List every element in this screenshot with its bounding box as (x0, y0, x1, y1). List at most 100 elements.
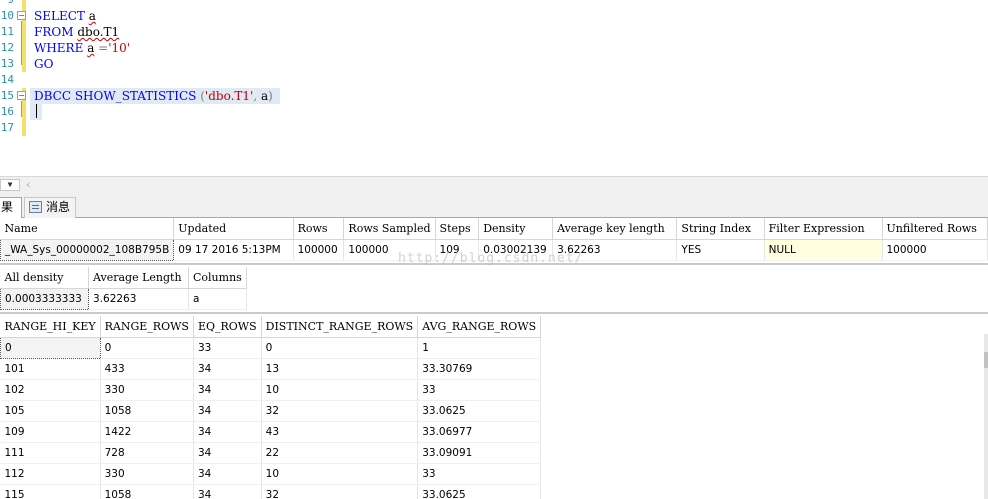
table-row[interactable]: 102 330 34 10 33 (0, 379, 542, 401)
column-header[interactable]: EQ_ROWS (193, 316, 262, 338)
column-header[interactable]: Updated (173, 218, 294, 240)
table-cell[interactable]: 34 (193, 484, 262, 499)
table-cell[interactable]: 22 (261, 442, 419, 464)
table-cell[interactable]: 43 (261, 421, 419, 443)
table-cell[interactable]: 115 (0, 484, 101, 499)
table-cell[interactable]: 34 (193, 421, 262, 443)
table-cell[interactable]: 33 (417, 463, 542, 485)
results-tabstrip: 果 消息 (0, 192, 988, 219)
table-cell[interactable]: 109 (0, 421, 101, 443)
table-cell[interactable]: 330 (100, 379, 194, 401)
histogram-table: RANGE_HI_KEY RANGE_ROWS EQ_ROWS DISTINCT… (0, 316, 542, 499)
table-row[interactable]: 0 0 33 0 1 (0, 336, 542, 359)
scrollbar-thumb[interactable] (984, 352, 988, 368)
table-row[interactable]: 112 330 34 10 33 (0, 463, 542, 485)
table-cell[interactable]: 34 (193, 379, 262, 401)
outline-line (21, 21, 22, 65)
table-cell[interactable]: 111 (0, 442, 101, 464)
table-cell[interactable]: 13 (261, 358, 419, 380)
table-header-row: Name Updated Rows Rows Sampled Steps Den… (0, 218, 988, 240)
table-cell[interactable]: 09 17 2016 5:13PM (173, 239, 294, 261)
column-header[interactable]: Density (478, 218, 554, 240)
table-cell[interactable]: NULL (764, 239, 883, 261)
table-cell[interactable]: 0 (0, 336, 101, 359)
table-cell[interactable]: 102 (0, 379, 101, 401)
table-cell[interactable]: 33.30769 (417, 358, 542, 380)
line-number: 9 (0, 0, 14, 8)
table-cell[interactable]: 109 (435, 239, 480, 261)
column-header[interactable]: Name (0, 218, 175, 240)
table-cell[interactable]: 34 (193, 442, 262, 464)
table-cell[interactable]: 10 (261, 463, 419, 485)
line-number: 14 (0, 73, 14, 86)
sql-editor[interactable]: 9 10 11 12 13 14 15 16 17 − − SELECT a F… (0, 0, 988, 176)
column-header[interactable]: DISTINCT_RANGE_ROWS (261, 316, 419, 338)
vertical-scrollbar[interactable] (984, 334, 988, 499)
table-cell[interactable]: 101 (0, 358, 101, 380)
table-cell[interactable]: 0 (261, 337, 419, 359)
table-cell[interactable]: 1422 (100, 421, 194, 443)
table-row[interactable]: 101 433 34 13 33.30769 (0, 358, 542, 380)
table-cell[interactable]: 33.06977 (417, 421, 542, 443)
table-cell[interactable]: 33.09091 (417, 442, 542, 464)
tab-results-label: 果 (1, 200, 14, 214)
table-cell[interactable]: 0.0003333333 (0, 287, 89, 310)
table-cell[interactable]: 330 (100, 463, 194, 485)
table-row[interactable]: 111 728 34 22 33.09091 (0, 442, 542, 464)
column-header[interactable]: Rows (293, 218, 345, 240)
table-cell[interactable]: 34 (193, 400, 262, 422)
editor-results-splitter[interactable]: ▼ ‹ (0, 176, 988, 192)
collapse-icon[interactable]: − (17, 91, 26, 100)
column-header[interactable]: Average Length (88, 267, 189, 289)
table-cell[interactable]: 1058 (100, 400, 194, 422)
zoom-dropdown-arrow-icon[interactable]: ▼ (0, 179, 20, 191)
table-cell[interactable]: 728 (100, 442, 194, 464)
collapse-icon[interactable]: − (17, 11, 26, 20)
table-cell[interactable]: 3.62263 (88, 288, 189, 310)
table-row[interactable]: 105 1058 34 32 33.0625 (0, 400, 542, 422)
table-cell[interactable]: 32 (261, 400, 419, 422)
table-cell[interactable]: 1058 (100, 484, 194, 499)
column-header[interactable]: All density (0, 267, 89, 289)
column-header[interactable]: Filter Expression (764, 218, 883, 240)
table-cell[interactable]: YES (676, 239, 765, 261)
messages-icon (29, 201, 42, 213)
table-cell[interactable]: 100000 (293, 239, 345, 261)
column-header[interactable]: AVG_RANGE_ROWS (417, 316, 542, 338)
table-cell[interactable]: 105 (0, 400, 101, 422)
table-cell[interactable]: 0 (100, 337, 194, 359)
table-cell[interactable]: 32 (261, 484, 419, 499)
table-row[interactable]: 115 1058 34 32 33.0625 (0, 484, 542, 499)
table-cell[interactable]: 100000 (882, 239, 988, 261)
table-cell[interactable]: 1 (417, 337, 542, 359)
column-header[interactable]: Columns (188, 267, 247, 289)
table-row[interactable]: 109 1422 34 43 33.06977 (0, 421, 542, 443)
table-cell[interactable]: 33.0625 (417, 484, 542, 499)
tab-messages[interactable]: 消息 (24, 197, 76, 218)
column-header[interactable]: RANGE_ROWS (100, 316, 194, 338)
table-cell[interactable]: 33.0625 (417, 400, 542, 422)
column-header[interactable]: Unfiltered Rows (882, 218, 988, 240)
table-cell[interactable]: 33 (193, 337, 262, 359)
scroll-left-icon[interactable]: ‹ (26, 178, 30, 191)
column-header[interactable]: String Index (676, 218, 765, 240)
table-cell[interactable]: 100000 (343, 239, 436, 261)
table-row[interactable]: _WA_Sys_00000002_108B795B 09 17 2016 5:1… (0, 238, 988, 261)
table-row[interactable]: 0.0003333333 3.62263 a (0, 287, 247, 310)
table-cell[interactable]: 34 (193, 463, 262, 485)
table-cell[interactable]: 3.62263 (552, 239, 678, 261)
table-cell[interactable]: a (188, 288, 247, 310)
table-cell[interactable]: 33 (417, 379, 542, 401)
table-cell[interactable]: 10 (261, 379, 419, 401)
column-header[interactable]: Average key length (552, 218, 678, 240)
tab-results[interactable]: 果 (0, 197, 22, 219)
table-cell[interactable]: 112 (0, 463, 101, 485)
table-cell[interactable]: 34 (193, 358, 262, 380)
table-cell[interactable]: 433 (100, 358, 194, 380)
column-header[interactable]: Rows Sampled (343, 218, 436, 240)
table-cell[interactable]: _WA_Sys_00000002_108B795B (0, 238, 175, 261)
table-cell[interactable]: 0.03002139 (478, 239, 554, 261)
column-header[interactable]: RANGE_HI_KEY (0, 316, 101, 338)
stats-header-grid: Name Updated Rows Rows Sampled Steps Den… (0, 218, 988, 266)
column-header[interactable]: Steps (435, 218, 480, 240)
